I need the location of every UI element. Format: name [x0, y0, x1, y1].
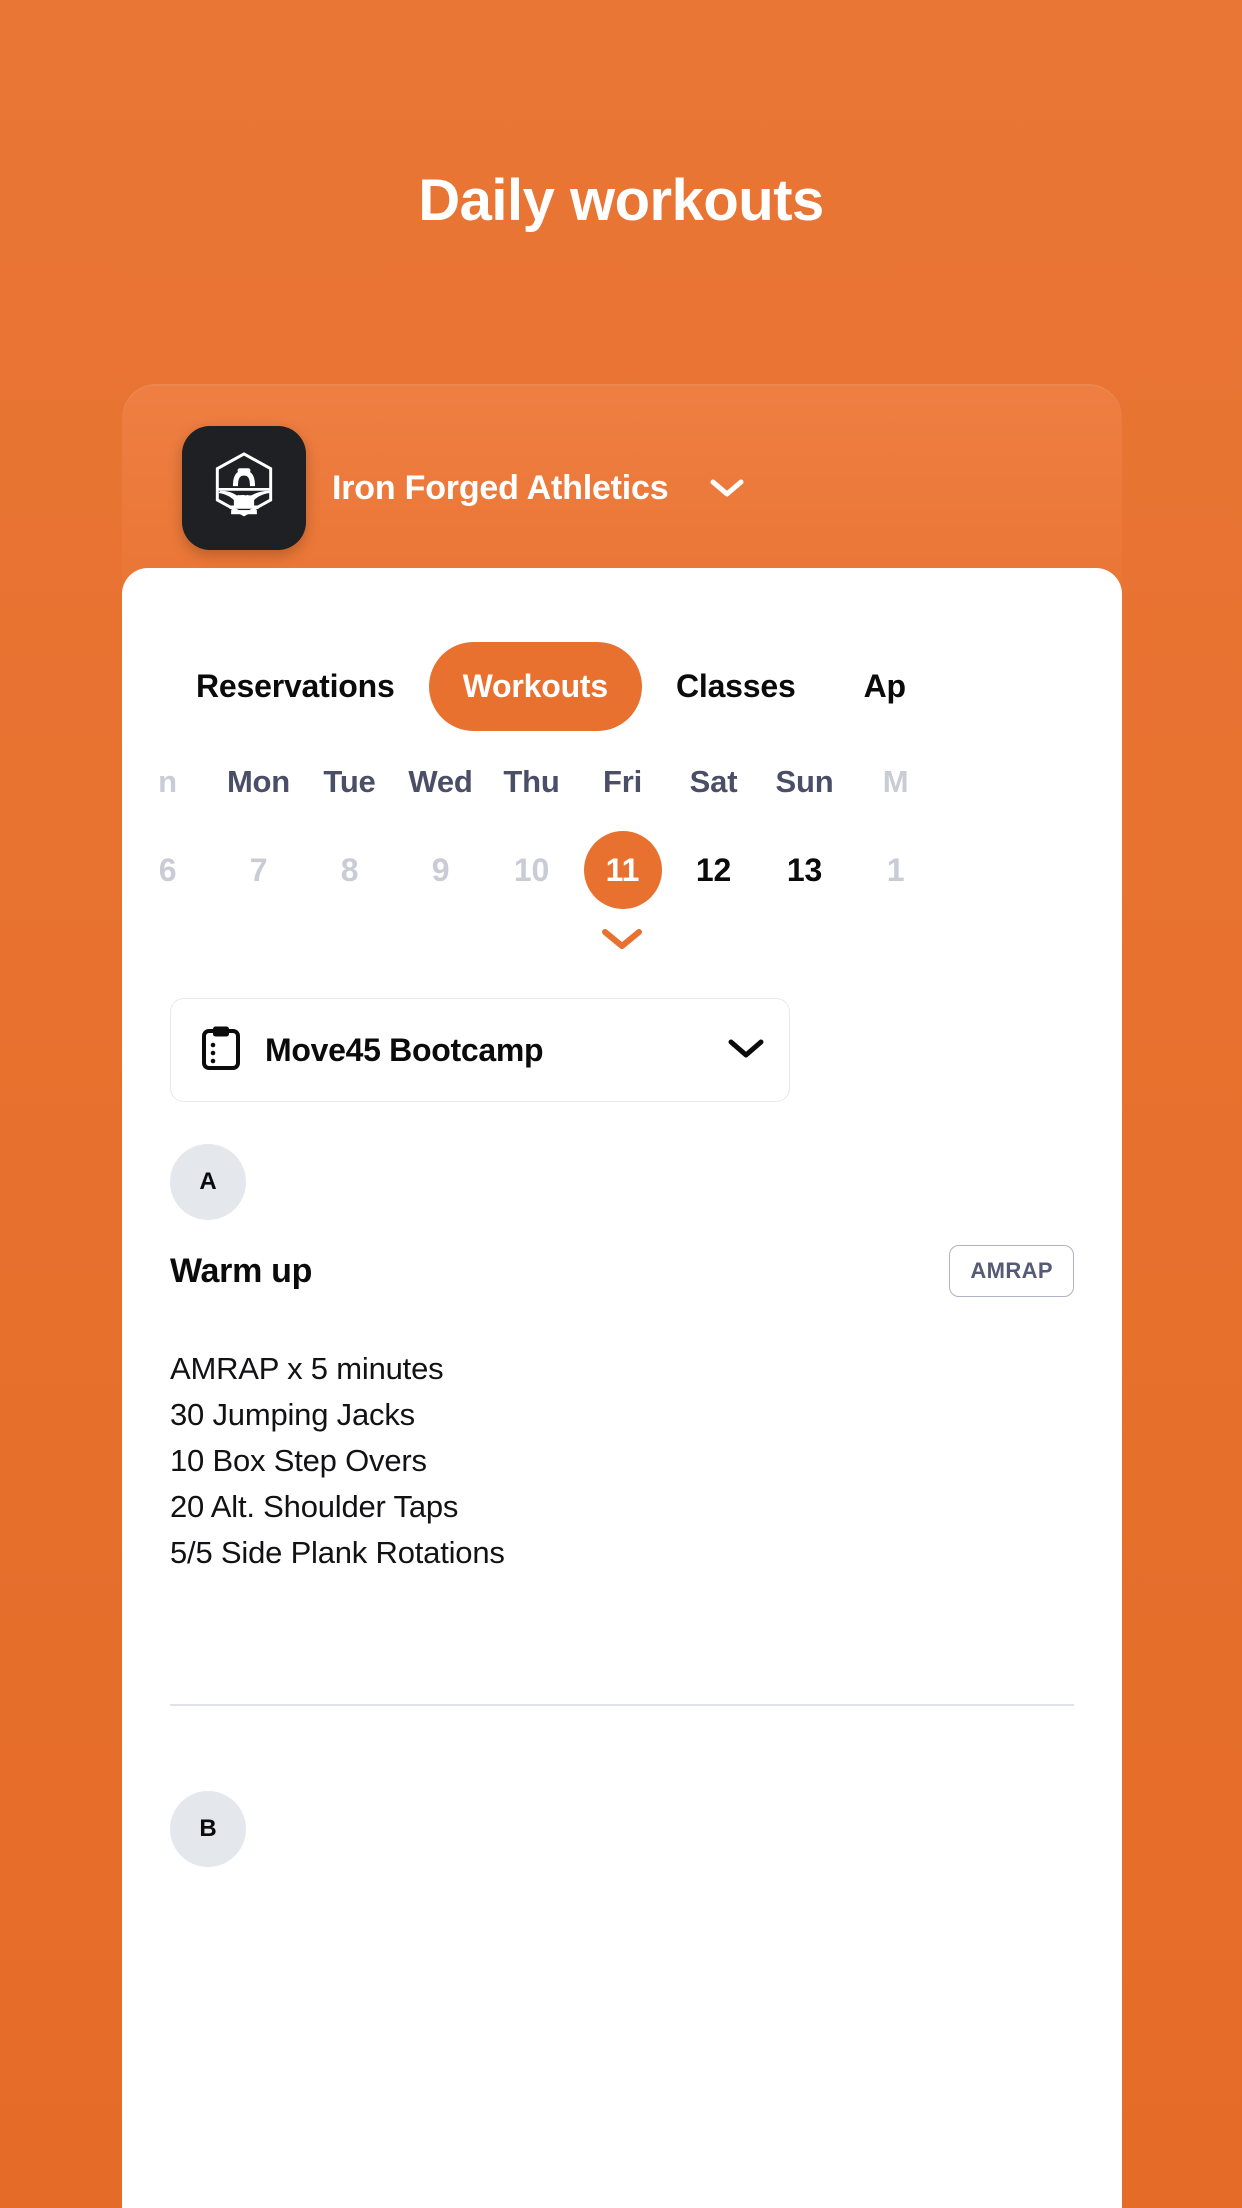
calendar-day-label: Thu: [503, 764, 560, 799]
calendar-day-cell: Thu: [486, 764, 577, 800]
calendar-date[interactable]: 13: [759, 830, 850, 910]
workout-line: 5/5 Side Plank Rotations: [170, 1535, 505, 1570]
calendar-date[interactable]: 12: [668, 830, 759, 910]
calendar-date-cell[interactable]: 13: [759, 830, 850, 910]
workout-select-chevron-down-icon[interactable]: [727, 1037, 765, 1064]
calendar-day-cell: Mon: [213, 764, 304, 800]
calendar-date-cell[interactable]: 8: [304, 830, 395, 910]
section-avatar: A: [170, 1144, 246, 1220]
workout-line: 30 Jumping Jacks: [170, 1397, 415, 1432]
calendar-day-cell: M: [850, 764, 941, 800]
calendar-day-label: Sun: [775, 764, 834, 799]
calendar-date-cell[interactable]: 9: [395, 830, 486, 910]
tab-workouts[interactable]: Workouts: [428, 641, 642, 731]
calendar-day-label: n: [158, 764, 177, 799]
calendar-date-cell[interactable]: 7: [213, 830, 304, 910]
tab-strip[interactable]: Reservations Workouts Classes Ap: [122, 638, 1122, 734]
calendar-date[interactable]: 10: [486, 830, 577, 910]
section-body: AMRAP x 5 minutes 30 Jumping Jacks 10 Bo…: [170, 1346, 1074, 1576]
calendar-day-label: Fri: [602, 764, 642, 799]
calendar-day-cell: Wed: [395, 764, 486, 800]
card-header: IFA Iron Forged Athletics: [122, 386, 1122, 594]
section-header: Warm up AMRAP: [170, 1236, 1074, 1306]
calendar-day-cell: Sat: [668, 764, 759, 800]
calendar-day-cell: n: [122, 764, 213, 800]
calendar-day-cell: Fri: [577, 764, 668, 800]
calendar-date-cell[interactable]: 1: [850, 830, 941, 910]
brand-chevron-down-icon[interactable]: [710, 478, 744, 498]
calendar-date[interactable]: 7: [213, 830, 304, 910]
calendar-day-cell: Sun: [759, 764, 850, 800]
tab-reservations[interactable]: Reservations: [162, 642, 429, 731]
calendar-day-label: Tue: [323, 764, 376, 799]
calendar-date-cell-selected[interactable]: 11: [577, 831, 668, 909]
section-divider: [170, 1704, 1074, 1706]
section-title: Warm up: [170, 1251, 313, 1290]
section-avatar: B: [170, 1791, 246, 1867]
tab-appointments[interactable]: Ap: [830, 642, 940, 731]
calendar-date-cell[interactable]: 12: [668, 830, 759, 910]
clipboard-icon: [201, 1025, 241, 1076]
calendar-date[interactable]: 9: [395, 830, 486, 910]
brand-row[interactable]: IFA Iron Forged Athletics: [182, 426, 744, 550]
svg-text:IFA: IFA: [238, 494, 251, 503]
page-title: Daily workouts: [418, 168, 824, 233]
calendar-date[interactable]: 8: [304, 830, 395, 910]
workout-line: 10 Box Step Overs: [170, 1443, 427, 1478]
calendar-date-selected[interactable]: 11: [583, 831, 662, 909]
status-badge: AMRAP: [949, 1245, 1074, 1297]
calendar-day-cell: Tue: [304, 764, 395, 800]
calendar-date[interactable]: 6: [122, 830, 213, 910]
app-preview-card: IFA Iron Forged Athletics Reservations W…: [122, 386, 1122, 2208]
tab-classes[interactable]: Classes: [642, 642, 830, 731]
calendar-date[interactable]: 1: [850, 830, 941, 910]
calendar-day-label: Sat: [689, 764, 738, 799]
calendar-date-cell[interactable]: 10: [486, 830, 577, 910]
anvil-kettlebell-shield-logo-icon: IFA: [182, 426, 306, 550]
workout-line: AMRAP x 5 minutes: [170, 1351, 444, 1386]
calendar-expand-chevron-down-icon[interactable]: [122, 926, 1122, 952]
calendar-date-cell[interactable]: 6: [122, 830, 213, 910]
workout-line: 20 Alt. Shoulder Taps: [170, 1489, 459, 1524]
workout-select-value: Move45 Bootcamp: [265, 1031, 544, 1068]
calendar-day-label: M: [882, 764, 909, 799]
workout-select[interactable]: Move45 Bootcamp: [170, 998, 790, 1102]
calendar-day-labels: n Mon Tue Wed Thu Fri Sat Sun M: [122, 764, 1122, 800]
card-body: Reservations Workouts Classes Ap n Mon T…: [122, 568, 1122, 2208]
calendar-date-row[interactable]: 6 7 8 9 10 11 12 13 1: [122, 830, 1122, 910]
calendar-day-label: Wed: [408, 764, 473, 799]
calendar-day-label: Mon: [226, 764, 291, 799]
brand-name: Iron Forged Athletics: [332, 468, 669, 507]
